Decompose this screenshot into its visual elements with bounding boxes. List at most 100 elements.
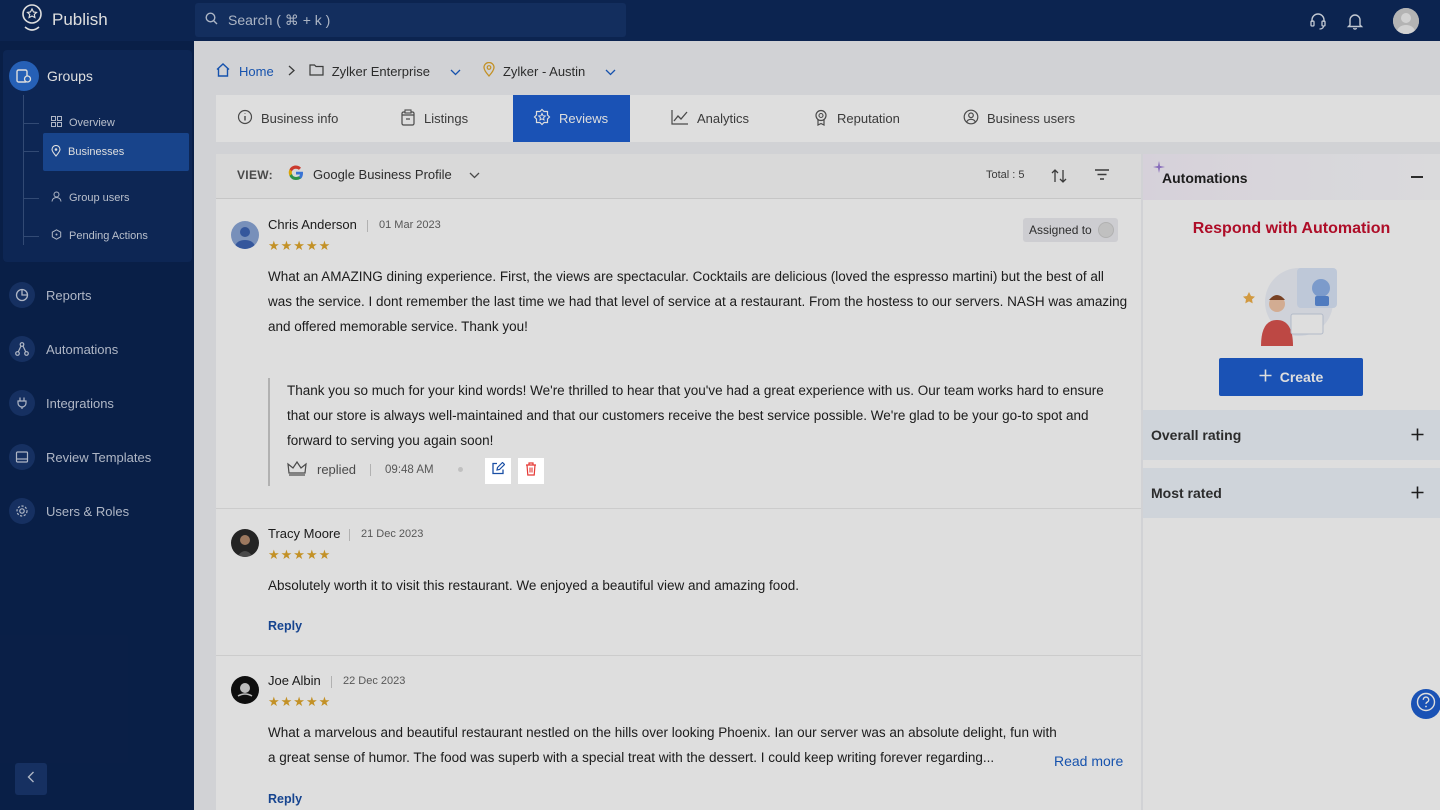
dot-separator [457, 467, 463, 472]
reviewer-name: Tracy Moore [268, 526, 341, 541]
chevron-down-icon[interactable] [450, 64, 461, 79]
badge-icon [813, 109, 829, 129]
tab-listings[interactable]: Listings [400, 95, 468, 142]
reply-text: Thank you so much for your kind words! W… [287, 383, 1104, 448]
review-date: 22 Dec 2023 [343, 675, 406, 687]
groups-section: Groups Overview Businesses Group users P… [3, 50, 192, 262]
tab-business-info[interactable]: Business info [237, 95, 338, 142]
chevron-right-icon [288, 64, 295, 79]
divider [370, 463, 372, 476]
user-circle-icon [963, 109, 979, 128]
assigned-to-button[interactable]: Assigned to [1023, 218, 1118, 242]
sort-icon[interactable] [1050, 167, 1068, 190]
sidebar-item-label: Reports [46, 287, 92, 303]
home-icon [215, 62, 231, 81]
bell-icon[interactable] [1343, 9, 1367, 33]
delete-reply-button[interactable] [518, 458, 544, 484]
plug-icon [9, 390, 35, 416]
collapse-icon[interactable] [1411, 176, 1423, 178]
reply-button[interactable]: Reply [268, 619, 302, 633]
crown-icon [287, 460, 307, 479]
collapse-sidebar-button[interactable] [15, 763, 47, 795]
breadcrumb-enterprise[interactable]: Zylker Enterprise [332, 64, 430, 79]
edit-reply-button[interactable] [485, 458, 511, 484]
automation-illustration [1239, 262, 1345, 346]
sidebar-item-integrations[interactable]: Integrations [9, 388, 114, 418]
sidebar-item-groups[interactable]: Groups [9, 61, 93, 91]
search-placeholder: Search ( ⌘ + k ) [228, 11, 331, 28]
view-label: VIEW: [237, 168, 273, 182]
review-text: What an AMAZING dining experience. First… [268, 269, 1128, 334]
breadcrumb-home[interactable]: Home [239, 64, 274, 79]
reviewer-avatar [231, 529, 259, 557]
pending-icon [51, 229, 62, 243]
reply-status: replied [317, 462, 357, 477]
tab-label: Reputation [837, 111, 900, 126]
sidebar-item-label: Automations [46, 341, 119, 357]
reviews-panel: VIEW: Google Business Profile Total : 5 … [216, 154, 1141, 810]
user-icon [51, 191, 62, 205]
sidebar-item-reports[interactable]: Reports [9, 280, 92, 310]
breadcrumb-location[interactable]: Zylker - Austin [503, 64, 585, 79]
pie-chart-icon [9, 282, 35, 308]
trash-icon [525, 461, 537, 481]
most-rated-section[interactable]: Most rated [1143, 468, 1440, 518]
plus-icon [1259, 369, 1272, 385]
sidebar-subitem-pending-actions[interactable]: Pending Actions [23, 218, 189, 254]
create-automation-button[interactable]: Create [1219, 358, 1363, 396]
listings-icon [400, 108, 416, 129]
tab-label: Business info [261, 111, 339, 126]
search-icon [205, 12, 218, 28]
sidebar-item-review-templates[interactable]: Review Templates [9, 442, 151, 472]
help-button[interactable] [1411, 689, 1440, 719]
tab-business-users[interactable]: Business users [963, 95, 1075, 142]
overall-rating-title: Overall rating [1151, 427, 1242, 443]
sidebar-subitem-businesses[interactable]: Businesses [23, 133, 189, 171]
chevron-down-icon[interactable] [605, 64, 616, 79]
read-more-link[interactable]: Read more [1054, 753, 1123, 769]
search-bar[interactable]: Search ( ⌘ + k ) [195, 3, 626, 37]
tab-reputation[interactable]: Reputation [813, 95, 900, 142]
tab-reviews[interactable]: Reviews [513, 95, 631, 142]
tab-label: Listings [424, 111, 469, 126]
location-pin-icon [483, 61, 495, 80]
app-brand[interactable]: Publish [20, 3, 108, 38]
app-name: Publish [52, 10, 108, 29]
divider [367, 220, 368, 232]
analytics-icon [671, 109, 689, 128]
automations-header[interactable]: Automations [1143, 154, 1440, 200]
tab-label: Reviews [559, 111, 609, 126]
tab-analytics[interactable]: Analytics [671, 95, 749, 142]
reply-button[interactable]: Reply [268, 792, 302, 806]
sidebar-subitem-label: Group users [69, 192, 130, 204]
review-item: Chris Anderson 01 Mar 2023 ★★★★★ Assigne… [216, 199, 1141, 509]
overall-rating-section[interactable]: Overall rating [1143, 410, 1440, 460]
filter-icon[interactable] [1094, 168, 1110, 187]
star-rating: ★★★★★ [268, 238, 332, 253]
source-dropdown[interactable]: Google Business Profile [288, 165, 480, 184]
sidebar-item-automations[interactable]: Automations [9, 334, 118, 364]
review-star-icon [533, 108, 551, 129]
tab-label: Analytics [697, 111, 750, 126]
google-icon [288, 165, 304, 184]
publish-logo-icon [20, 3, 44, 38]
source-label: Google Business Profile [313, 167, 452, 182]
headset-icon[interactable] [1306, 9, 1330, 33]
reviewer-avatar [231, 676, 259, 704]
reviewer-name: Joe Albin [268, 673, 321, 688]
right-panel: Automations Respond with Automation Crea… [1143, 154, 1440, 810]
plus-icon[interactable] [1411, 427, 1424, 443]
sidebar-subitem-group-users[interactable]: Group users [23, 180, 189, 216]
sidebar-item-users-roles[interactable]: Users & Roles [9, 496, 129, 526]
user-avatar[interactable] [1393, 7, 1419, 34]
sidebar: Groups Overview Businesses Group users P… [0, 41, 194, 810]
sidebar-subitem-label: Pending Actions [69, 230, 148, 242]
review-item: Tracy Moore 21 Dec 2023 ★★★★★ Absolutely… [216, 509, 1141, 656]
plus-icon[interactable] [1411, 485, 1424, 501]
tab-bar: Business info Listings Reviews Analytics… [216, 95, 1440, 142]
groups-icon [9, 61, 39, 91]
flow-icon [9, 336, 35, 362]
review-text: Absolutely worth it to visit this restau… [268, 578, 800, 593]
sidebar-subitem-label: Businesses [68, 146, 125, 158]
template-icon [9, 444, 35, 470]
